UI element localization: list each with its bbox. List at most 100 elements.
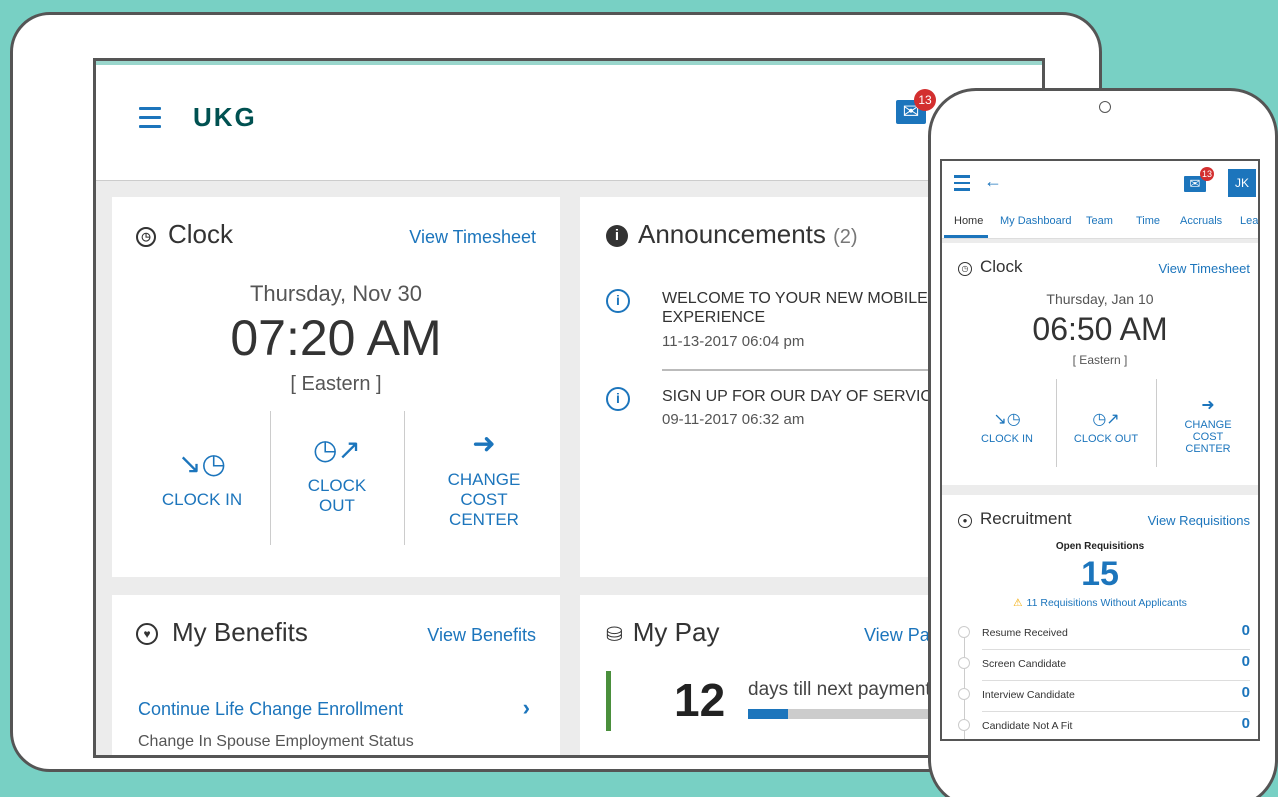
clock-in-icon: ↘◷ (178, 448, 226, 479)
clock-in-label: CLOCK IN (161, 490, 243, 509)
phone-clock-card: ◷ Clock View Timesheet Thursday, Jan 10 0… (942, 243, 1258, 485)
benefits-card: ♥ My Benefits View Benefits Continue Life… (112, 595, 560, 755)
recruitment-title: ● Recruitment (958, 509, 1072, 529)
app-header: UKG ✉ 13 (96, 65, 1042, 181)
clock-out-label: CLOCK OUT (307, 476, 367, 515)
view-requisitions-link[interactable]: View Requisitions (1148, 513, 1250, 528)
requisition-stage-label: Candidate Not A Fit (982, 720, 1073, 732)
tab-home[interactable]: Home (954, 215, 983, 227)
requisition-warning-label: 11 Requisitions Without Applicants (1026, 597, 1187, 609)
list-item[interactable]: Candidate Not A Fit 0 (942, 712, 1258, 739)
clock-date: Thursday, Nov 30 (249, 281, 422, 306)
requisition-stage-label: Screen Candidate (982, 658, 1067, 670)
pay-title: ⛁ My Pay (606, 617, 719, 648)
clock-title-label: Clock (168, 219, 234, 249)
requisition-stage-count: 0 (1241, 684, 1250, 701)
enrollment-subtitle: Change In Spouse Employment Status (138, 733, 414, 750)
hamburger-menu-icon[interactable] (954, 175, 970, 191)
timeline-dot (958, 657, 970, 669)
ukg-logo: UKG (193, 102, 257, 132)
pay-progress-track (748, 709, 948, 719)
change-cost-center-label: CHANGE COST CENTER (447, 470, 521, 529)
recruitment-card: ● Recruitment View Requisitions Open Requ… (942, 495, 1258, 739)
heart-pulse-icon: ♥ (136, 623, 158, 645)
view-timesheet-link[interactable]: View Timesheet (1158, 261, 1250, 276)
clock-title: ◷ Clock (136, 219, 233, 250)
requisition-warning[interactable]: ⚠ 11 Requisitions Without Applicants (942, 597, 1258, 609)
info-icon: i (606, 289, 630, 313)
clock-in-button[interactable]: ↘◷ CLOCK IN (952, 409, 1062, 489)
phone-clock-title-label: Clock (980, 257, 1023, 276)
clock-icon: ◷ (958, 262, 972, 276)
arrow-right-icon: ➜ (472, 428, 496, 459)
change-cost-center-label: CHANGE COST CENTER (1184, 419, 1232, 455)
announcements-title-label: Announcements (638, 219, 826, 249)
clock-card: ◷ Clock View Timesheet Thursday, Nov 30 0… (112, 197, 560, 577)
phone-clock-date: Thursday, Jan 10 (1046, 291, 1154, 307)
clock-in-button[interactable]: ↘◷ CLOCK IN (142, 407, 262, 547)
continue-enrollment-link[interactable]: Continue Life Change Enrollment (138, 699, 403, 720)
open-requisitions-label: Open Requisitions (1055, 541, 1145, 552)
timeline-dot (958, 626, 970, 638)
list-item[interactable]: Resume Received 0 (942, 619, 1258, 650)
back-arrow-icon[interactable]: ← (984, 171, 1002, 192)
active-tab-indicator (944, 235, 988, 238)
pay-title-label: My Pay (632, 617, 720, 647)
clock-in-label: CLOCK IN (981, 433, 1033, 445)
clock-out-icon: ◷↗ (313, 434, 361, 465)
info-icon: i (606, 387, 630, 411)
camera (1099, 101, 1111, 113)
view-benefits-link[interactable]: View Benefits (427, 625, 536, 646)
divider (270, 411, 271, 545)
phone-clock-timezone: [ Eastern ] (1072, 353, 1128, 367)
requisition-stage-label: Resume Received (982, 627, 1068, 639)
benefits-title: ♥ My Benefits (136, 617, 308, 648)
mail-badge: 13 (1200, 167, 1214, 181)
announcements-count: (2) (833, 226, 858, 248)
announcement-date: 09-11-2017 06:32 am (662, 411, 805, 428)
coins-icon: ⛁ (606, 624, 623, 646)
timeline-dot (958, 688, 970, 700)
requisition-stage-count: 0 (1241, 653, 1250, 670)
mail-badge: 13 (914, 89, 936, 111)
person-search-icon: ● (958, 514, 972, 528)
clock-out-button[interactable]: ◷↗ CLOCK OUT (1056, 409, 1156, 489)
tab-accruals[interactable]: Accruals (1180, 215, 1222, 227)
pay-days-label: days till next payment (748, 679, 931, 700)
warning-icon: ⚠ (1013, 597, 1023, 609)
timeline-dot (958, 719, 970, 731)
clock-timezone: [ Eastern ] (290, 373, 382, 395)
pay-progress-fill (748, 709, 788, 719)
clock-in-icon: ↘◷ (993, 411, 1021, 428)
clock-out-button[interactable]: ◷↗ CLOCK OUT (278, 407, 396, 547)
change-cost-center-button[interactable]: ➜ CHANGE COST CENTER (414, 407, 554, 547)
clock-out-label: CLOCK OUT (1073, 433, 1139, 445)
list-item[interactable]: Screen Candidate 0 (942, 650, 1258, 681)
clock-out-icon: ◷↗ (1092, 411, 1120, 428)
pay-accent-bar (606, 671, 611, 731)
view-timesheet-link[interactable]: View Timesheet (409, 227, 536, 248)
change-cost-center-button[interactable]: ➜ CHANGE COST CENTER (1158, 395, 1258, 475)
phone-screen: ← ✉ 13 JK Home My Dashboard Team Time Ac… (940, 159, 1260, 741)
phone-clock-time: 06:50 AM (1032, 311, 1168, 347)
phone-clock-title: ◷ Clock (958, 257, 1023, 277)
tab-time[interactable]: Time (1136, 215, 1160, 227)
clock-icon: ◷ (136, 227, 156, 247)
tab-leave[interactable]: Leave (1240, 215, 1258, 227)
tablet-screen: UKG ✉ 13 ◷ Clock View Timesheet Thursday,… (93, 58, 1045, 758)
chevron-right-icon[interactable]: › (523, 695, 530, 721)
recruitment-title-label: Recruitment (980, 509, 1072, 528)
tab-team[interactable]: Team (1086, 215, 1113, 227)
tab-my-dashboard[interactable]: My Dashboard (1000, 215, 1072, 227)
divider (1156, 379, 1157, 467)
phone-device: ← ✉ 13 JK Home My Dashboard Team Time Ac… (928, 88, 1278, 797)
list-item[interactable]: Interview Candidate 0 (942, 681, 1258, 712)
open-requisitions-count: 15 (1081, 555, 1119, 593)
benefits-title-label: My Benefits (172, 617, 308, 647)
avatar[interactable]: JK (1228, 169, 1256, 197)
requisition-stage-label: Interview Candidate (982, 689, 1075, 701)
arrow-right-icon: ➜ (1201, 397, 1215, 414)
hamburger-menu-icon[interactable] (139, 107, 161, 129)
divider (404, 411, 405, 545)
announcements-title: i Announcements (2) (606, 219, 858, 250)
